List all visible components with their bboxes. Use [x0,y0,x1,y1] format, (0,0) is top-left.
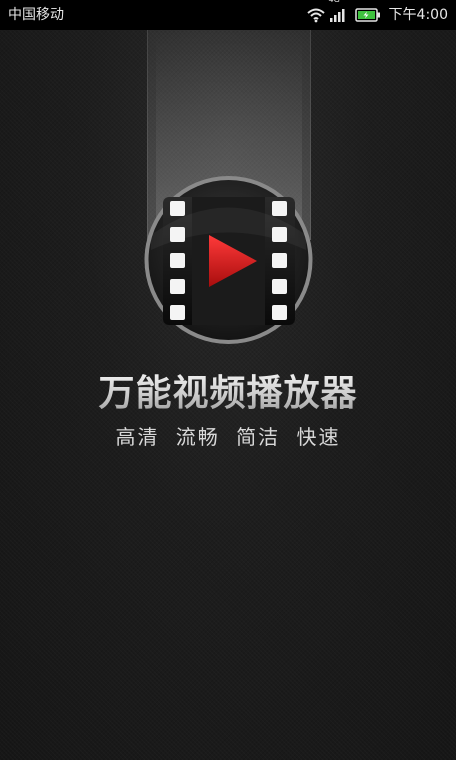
clock: 下午4:00 [388,7,448,23]
battery-charging-icon [354,8,381,22]
status-bar: 中国移动 4G [0,0,456,30]
tagline: 高清 流畅 简洁 快速 [115,425,341,449]
splash-screen: 中国移动 4G [0,0,456,760]
app-title: 万能视频播放器 [0,364,456,416]
app-logo [141,175,316,345]
wifi-icon [306,7,326,23]
signal-icon: 4G [329,0,347,23]
network-type-label: 4G [329,0,340,5]
carrier-name: 中国移动 [8,7,64,23]
status-icons: 4G 下午4:00 [306,0,448,30]
film-play-icon [144,176,313,344]
